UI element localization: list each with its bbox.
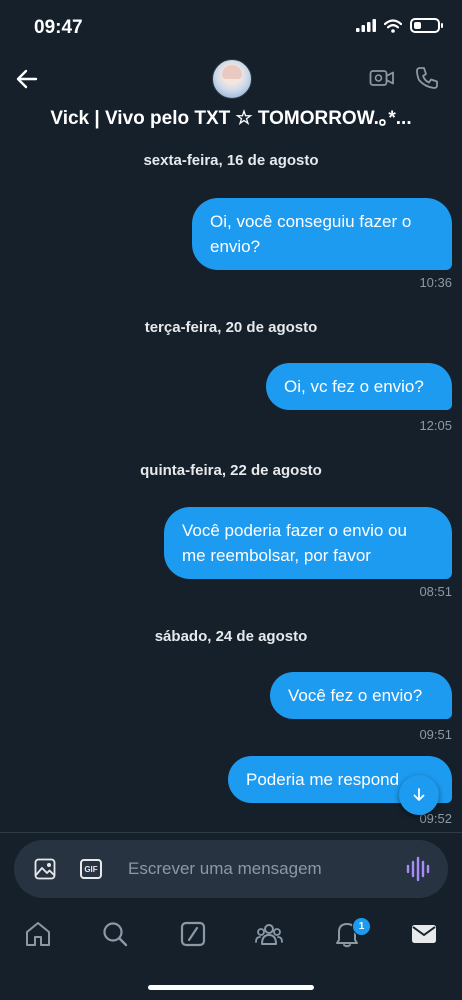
status-time: 09:47 <box>34 17 83 38</box>
phone-call-icon[interactable] <box>414 65 440 91</box>
contact-name[interactable]: Vick | Vivo pelo TXT ☆ TOMORROW.｡*... <box>0 103 462 130</box>
date-separator: terça-feira, 20 de agosto <box>144 319 318 336</box>
message-composer: GIF <box>14 840 448 898</box>
scroll-to-bottom-button[interactable] <box>399 775 439 815</box>
message-thread[interactable]: sexta-feira, 16 de agosto Oi, você conse… <box>0 132 462 832</box>
message-bubble[interactable]: Oi, você conseguiu fazer o envio? <box>192 198 452 270</box>
message-input[interactable] <box>128 855 398 883</box>
video-call-icon[interactable] <box>369 67 395 89</box>
wifi-icon <box>384 18 402 33</box>
bottom-tab-bar: 1 <box>0 906 462 966</box>
voice-message-icon[interactable] <box>406 856 430 882</box>
grok-icon[interactable] <box>179 920 207 948</box>
back-arrow-icon[interactable] <box>14 66 40 92</box>
status-bar: 09:47 <box>0 0 462 52</box>
date-separator: quinta-feira, 22 de agosto <box>140 462 322 479</box>
image-icon[interactable] <box>34 858 56 880</box>
home-indicator <box>148 985 314 990</box>
notification-badge: 1 <box>352 917 371 936</box>
composer-divider <box>0 832 462 833</box>
cellular-signal-icon <box>356 19 376 32</box>
battery-level <box>414 22 421 29</box>
status-icons <box>356 18 443 33</box>
arrow-down-icon <box>413 788 425 801</box>
battery-icon <box>410 18 443 33</box>
gif-button[interactable]: GIF <box>80 859 102 879</box>
conversation-header: Vick | Vivo pelo TXT ☆ TOMORROW.｡*... <box>0 52 462 132</box>
messages-icon[interactable] <box>410 920 438 948</box>
search-icon[interactable] <box>101 920 129 948</box>
home-icon[interactable] <box>24 920 52 948</box>
date-separator: sábado, 24 de agosto <box>154 628 308 645</box>
message-bubble[interactable]: Oi, vc fez o envio? <box>266 363 452 410</box>
message-timestamp: 08:51 <box>419 584 452 599</box>
message-timestamp: 12:05 <box>419 418 452 433</box>
contact-avatar[interactable] <box>212 59 252 99</box>
message-timestamp: 09:51 <box>419 727 452 742</box>
message-timestamp: 10:36 <box>419 275 452 290</box>
message-bubble[interactable]: Você fez o envio? <box>270 672 452 719</box>
message-bubble[interactable]: Você poderia fazer o envio ou me reembol… <box>164 507 452 579</box>
communities-icon[interactable] <box>255 920 283 948</box>
date-separator: sexta-feira, 16 de agosto <box>143 152 319 169</box>
